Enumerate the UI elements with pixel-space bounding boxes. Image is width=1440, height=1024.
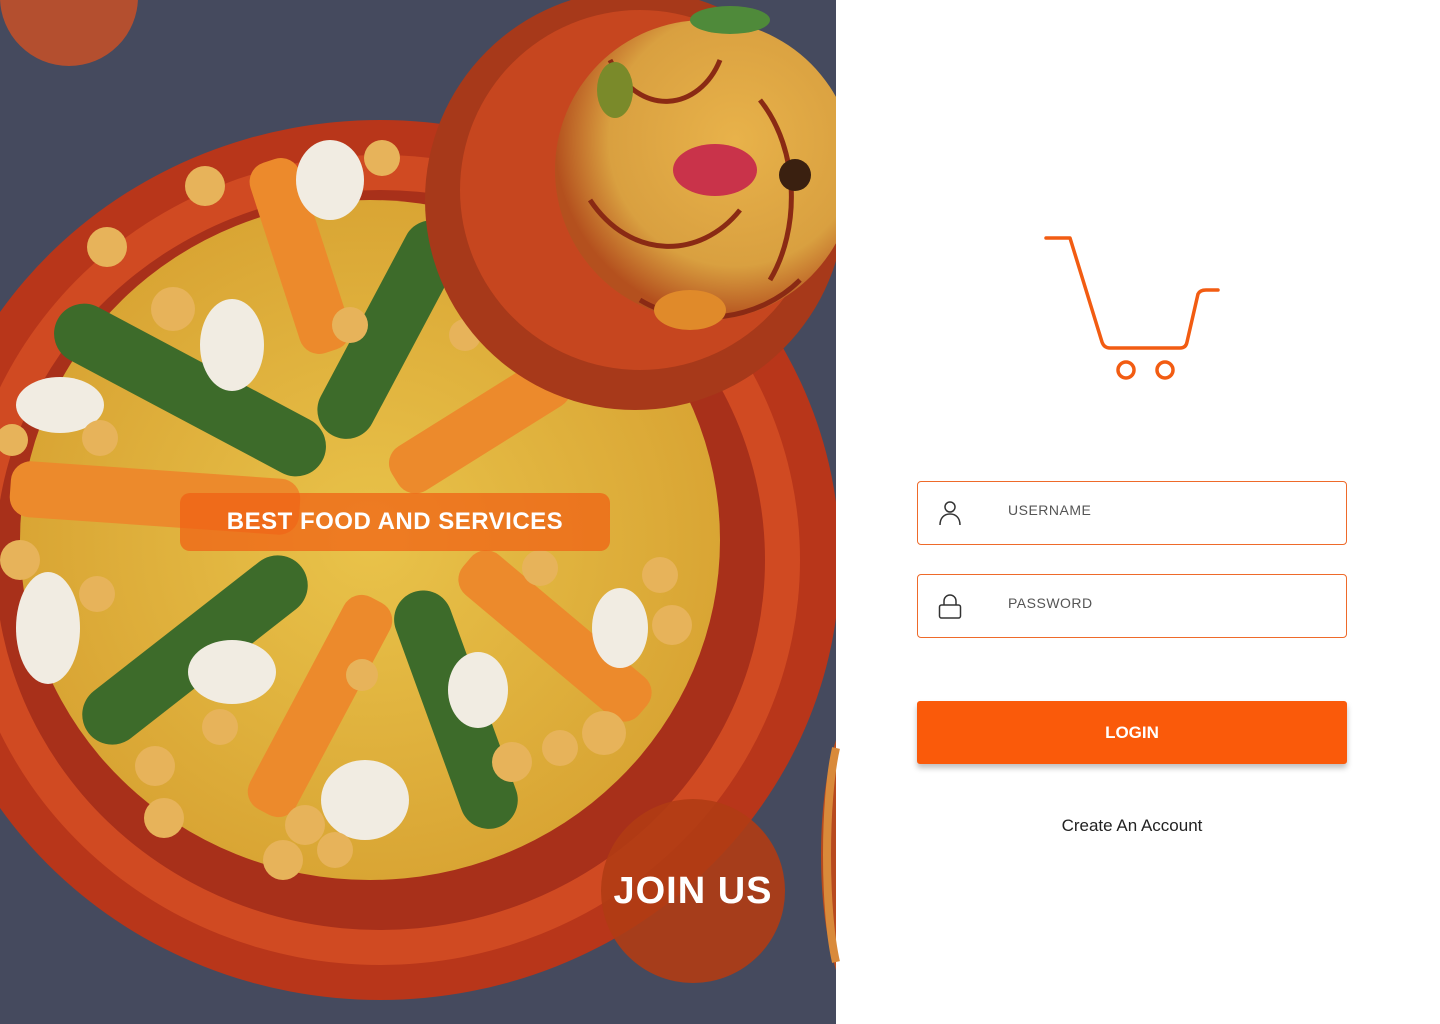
username-input[interactable]	[1008, 496, 1328, 524]
user-icon	[939, 501, 961, 526]
login-page: BEST FOOD AND SERVICES JOIN US LOGIN Cre…	[0, 0, 1440, 1024]
tagline-text: BEST FOOD AND SERVICES	[226, 508, 564, 535]
join-us-button[interactable]: JOIN US	[601, 799, 785, 983]
tagline-banner: BEST FOOD AND SERVICES	[180, 493, 610, 551]
join-us-label: JOIN US	[613, 869, 773, 912]
shopping-cart-icon	[1044, 236, 1220, 380]
create-account-link[interactable]: Create An Account	[917, 816, 1347, 836]
decorative-bowl-edge	[821, 740, 840, 970]
password-field[interactable]	[917, 574, 1347, 638]
lock-icon	[938, 594, 962, 619]
password-input[interactable]	[1008, 589, 1328, 617]
username-field[interactable]	[917, 481, 1347, 545]
hero-panel: BEST FOOD AND SERVICES JOIN US	[0, 0, 836, 1024]
login-button[interactable]: LOGIN	[917, 701, 1347, 764]
